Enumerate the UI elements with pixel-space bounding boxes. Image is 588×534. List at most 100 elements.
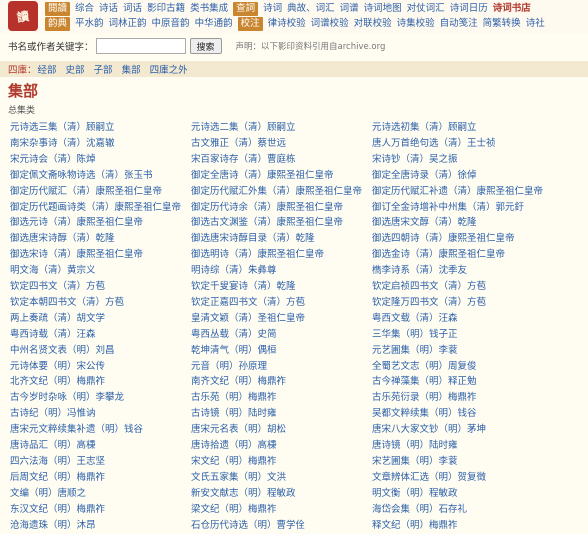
book-link[interactable]: 古今禅藻集（明）释正勉 [372,374,477,390]
book-link[interactable]: 古乐苑（明）梅鼎祚 [191,390,277,406]
nav-link-2-3[interactable]: 中原音韵 [152,17,190,31]
book-link[interactable]: 御选宋诗（清）康熙圣祖仁皇帝 [10,247,143,263]
book-link[interactable]: 元诗体要（明）宋公传 [10,359,105,375]
nav-link-1-6[interactable]: 查詞 [233,1,259,16]
book-link[interactable]: 释文纪（明）梅鼎祚 [372,518,458,534]
book-link[interactable]: 钦定正嘉四书文（清）方苞 [191,295,305,311]
book-link[interactable]: 御定历代赋汇外集（清）康熙圣祖仁皇帝 [191,184,362,200]
book-link[interactable]: 御定佩文斋咏物诗选（清）张玉书 [10,168,153,184]
book-link[interactable]: 北齐文纪（明）梅鼎祚 [10,374,105,390]
nav-link-1-13[interactable]: 诗词书店 [493,2,531,16]
nav-link-1-1[interactable]: 综合 [75,2,94,16]
nav-link-2-2[interactable]: 词林正韵 [109,17,147,31]
book-link[interactable]: 钦定千叟宴诗（清）乾隆 [191,279,296,295]
book-link[interactable]: 元艺圃集（明）李蓘 [372,343,458,359]
book-link[interactable]: 御定历代诗余（清）康熙圣祖仁皇帝 [191,200,343,216]
nav-link-2-10[interactable]: 自动笺注 [440,17,478,31]
book-link[interactable]: 宋艺圃集（明）李蓘 [372,454,458,470]
book-link[interactable]: 唐宋八大家文钞（明）茅坤 [372,422,486,438]
category-link-0[interactable]: 经部 [38,65,57,76]
book-link[interactable]: 两上奏疏（清）胡文学 [10,311,105,327]
book-link[interactable]: 明文海（清）黄宗义 [10,263,96,279]
book-link[interactable]: 后周文纪（明）梅鼎祚 [10,470,105,486]
book-link[interactable]: 乾坤清气（明）偶桓 [191,343,277,359]
nav-link-2-1[interactable]: 平水韵 [75,17,104,31]
book-link[interactable]: 文氏五家集（明）文洪 [191,470,286,486]
book-link[interactable]: 唐宋元文粹续集补遗（明）钱谷 [10,422,143,438]
book-link[interactable]: 御定全唐诗（清）康熙圣祖仁皇帝 [191,168,334,184]
nav-link-1-7[interactable]: 诗词 [263,2,282,16]
category-link-2[interactable]: 子部 [94,65,113,76]
book-link[interactable]: 明诗综（清）朱彝尊 [191,263,277,279]
book-link[interactable]: 宋诗钞（清）吴之振 [372,152,458,168]
book-link[interactable]: 南宋杂事诗（清）沈嘉辙 [10,136,115,152]
book-link[interactable]: 御选金诗（清）康熙圣祖仁皇帝 [372,247,505,263]
nav-link-1-11[interactable]: 对仗词汇 [407,2,445,16]
book-link[interactable]: 御选古文渊鉴（清）康熙圣祖仁皇帝 [191,215,343,231]
book-link[interactable]: 御定全唐诗录（清）徐倬 [372,168,477,184]
book-link[interactable]: 唐宋元名表（明）胡松 [191,422,286,438]
nav-link-1-0[interactable]: 閱讀 [45,1,71,16]
book-link[interactable]: 御订全金诗增补中州集（清）郭元釪 [372,200,524,216]
book-link[interactable]: 钦定启祯四书文（清）方苞 [372,279,486,295]
nav-link-2-0[interactable]: 韵典 [45,16,71,31]
book-link[interactable]: 明文衡（明）程敏政 [372,486,458,502]
site-logo[interactable]: 讀 [8,1,38,31]
book-link[interactable]: 钦定四书文（清）方苞 [10,279,105,295]
book-link[interactable]: 三华集（明）钱子正 [372,327,458,343]
book-link[interactable]: 四六法海（明）王志坚 [10,454,105,470]
nav-link-1-4[interactable]: 影印古籍 [147,2,185,16]
book-link[interactable]: 御选明诗（清）康熙圣祖仁皇帝 [191,247,324,263]
nav-link-2-12[interactable]: 诗社 [526,17,545,31]
category-link-1[interactable]: 史部 [66,65,85,76]
book-link[interactable]: 唐诗镜（明）陆时雍 [372,438,458,454]
nav-link-2-4[interactable]: 中华通韵 [195,17,233,31]
nav-link-1-9[interactable]: 词谱 [340,2,359,16]
nav-link-2-8[interactable]: 对联校验 [354,17,392,31]
book-link[interactable]: 沧海遗珠（明）沐昂 [10,518,96,534]
book-link[interactable]: 吴都文粹续集（明）钱谷 [372,406,477,422]
book-link[interactable]: 文章辨体汇选（明）贺复徵 [372,470,486,486]
book-link[interactable]: 唐诗品汇（明）高棅 [10,438,96,454]
book-link[interactable]: 南齐文纪（明）梅鼎祚 [191,374,286,390]
nav-link-1-12[interactable]: 诗词日历 [450,2,488,16]
book-link[interactable]: 御选元诗（清）康熙圣祖仁皇帝 [10,215,143,231]
book-link[interactable]: 宋文纪（明）梅鼎祚 [191,454,277,470]
book-link[interactable]: 御选唐宋文醇（清）乾隆 [372,215,477,231]
book-link[interactable]: 新安文献志（明）程敏政 [191,486,296,502]
book-link[interactable]: 中州名贤文表（明）刘昌 [10,343,115,359]
book-link[interactable]: 御选唐宋诗醇目录（清）乾隆 [191,231,315,247]
book-link[interactable]: 皇清文颖（清）圣祖仁皇帝 [191,311,305,327]
book-link[interactable]: 元诗选二集（清）顾嗣立 [191,120,296,136]
nav-link-2-11[interactable]: 简繁转换 [483,17,521,31]
book-link[interactable]: 御选唐宋诗醇（清）乾隆 [10,231,115,247]
book-link[interactable]: 唐诗拾遗（明）高棅 [191,438,277,454]
nav-link-1-5[interactable]: 类书集成 [190,2,228,16]
book-link[interactable]: 御定历代题画诗类（清）康熙圣祖仁皇帝 [10,200,181,216]
book-link[interactable]: 古乐苑衍录（明）梅鼎祚 [372,390,477,406]
search-input[interactable] [95,38,186,54]
book-link[interactable]: 御定历代赋汇补遗（清）康熙圣祖仁皇帝 [372,184,543,200]
book-link[interactable]: 御选四朝诗（清）康熙圣祖仁皇帝 [372,231,515,247]
book-link[interactable]: 古文雅正（清）蔡世远 [191,136,286,152]
book-link[interactable]: 钦定隆万四书文（清）方苞 [372,295,486,311]
nav-link-2-6[interactable]: 律诗校验 [268,17,306,31]
book-link[interactable]: 元诗选三集（清）顾嗣立 [10,120,115,136]
book-link[interactable]: 钦定本朝四书文（清）方苞 [10,295,124,311]
search-button[interactable]: 搜索 [189,38,222,54]
nav-link-2-7[interactable]: 词谱校验 [311,17,349,31]
book-link[interactable]: 御定历代赋汇（清）康熙圣祖仁皇帝 [10,184,162,200]
book-link[interactable]: 粤西诗载（清）汪森 [10,327,96,343]
book-link[interactable]: 东汉文纪（明）梅鼎祚 [10,502,105,518]
nav-link-1-8[interactable]: 典故、词汇 [287,2,335,16]
book-link[interactable]: 梁文纪（明）梅鼎祚 [191,502,277,518]
book-link[interactable]: 元音（明）孙原理 [191,359,267,375]
book-link[interactable]: 唐人万首绝句选（清）王士祯 [372,136,496,152]
book-link[interactable]: 海岱会集（明）石存礼 [372,502,467,518]
nav-link-1-3[interactable]: 词话 [123,2,142,16]
book-link[interactable]: 粤西丛载（清）史简 [191,327,277,343]
category-link-4[interactable]: 四庫之外 [150,65,188,76]
book-link[interactable]: 全蜀艺文志（明）周复俊 [372,359,477,375]
category-link-3[interactable]: 集部 [122,65,141,76]
book-link[interactable]: 元诗选初集（清）顾嗣立 [372,120,477,136]
